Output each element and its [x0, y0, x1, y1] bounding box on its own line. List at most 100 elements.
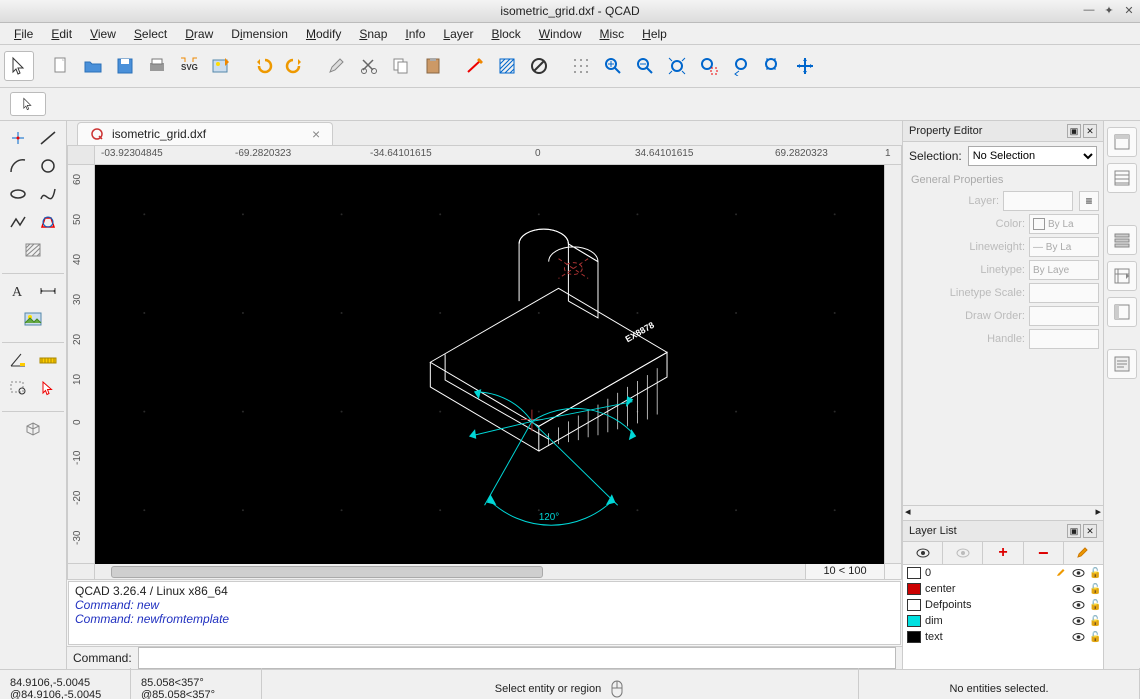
minimize-button[interactable]: — — [1082, 3, 1096, 17]
layer-row[interactable]: text🔓 — [903, 629, 1103, 645]
menu-file[interactable]: File — [6, 25, 41, 43]
zoom-previous-button[interactable] — [726, 51, 756, 81]
vertical-scrollbar[interactable] — [884, 165, 902, 564]
menu-help[interactable]: Help — [634, 25, 675, 43]
layer-show-all-button[interactable] — [903, 542, 943, 564]
lineweight-field[interactable]: — By La — [1029, 237, 1099, 257]
drawing-canvas[interactable]: EX8878 120° — [95, 165, 884, 564]
tool-select-area[interactable] — [4, 375, 32, 401]
linetype-field[interactable]: By Laye — [1029, 260, 1099, 280]
lock-icon[interactable]: 🔓 — [1089, 632, 1099, 643]
tool-ellipse[interactable] — [4, 181, 32, 207]
tool-polygon[interactable] — [34, 209, 62, 235]
tab-close-button[interactable]: × — [312, 126, 320, 142]
document-tab[interactable]: isometric_grid.dxf × — [77, 122, 333, 145]
linetype-scale-field[interactable] — [1029, 283, 1099, 303]
tool-select-pointer[interactable] — [34, 375, 62, 401]
layer-row[interactable]: 0🔓 — [903, 565, 1103, 581]
layer-hide-all-button[interactable] — [943, 542, 983, 564]
print-button[interactable] — [142, 51, 172, 81]
tool-line[interactable] — [34, 125, 62, 151]
menu-block[interactable]: Block — [483, 25, 528, 43]
eye-icon[interactable] — [1072, 616, 1085, 626]
layer-menu-icon[interactable]: ≡ — [1079, 191, 1099, 211]
horizontal-scrollbar[interactable] — [95, 564, 806, 580]
eye-icon[interactable] — [1072, 568, 1085, 578]
layer-row[interactable]: center🔓 — [903, 581, 1103, 597]
edit-button[interactable] — [322, 51, 352, 81]
zoom-window-button[interactable] — [758, 51, 788, 81]
dock-button-6[interactable] — [1107, 349, 1137, 379]
dock-button-5[interactable] — [1107, 297, 1137, 327]
menu-dimension[interactable]: Dimension — [223, 25, 296, 43]
tool-arc[interactable] — [4, 153, 32, 179]
zoom-selection-button[interactable] — [694, 51, 724, 81]
eye-icon[interactable] — [1072, 632, 1085, 642]
export-svg-button[interactable]: SVG — [174, 51, 204, 81]
menu-layer[interactable]: Layer — [435, 25, 481, 43]
zoom-extents-button[interactable] — [662, 51, 692, 81]
color-field[interactable]: By La — [1029, 214, 1099, 234]
no-hatch-button[interactable] — [524, 51, 554, 81]
lock-icon[interactable]: 🔓 — [1089, 616, 1099, 627]
dock-button-2[interactable] — [1107, 163, 1137, 193]
menu-info[interactable]: Info — [397, 25, 433, 43]
hatch-button[interactable] — [492, 51, 522, 81]
lock-icon[interactable]: 🔓 — [1089, 584, 1099, 595]
tool-measure-angle[interactable] — [4, 347, 32, 373]
cut-button[interactable] — [354, 51, 384, 81]
undo-button[interactable] — [248, 51, 278, 81]
paste-button[interactable] — [418, 51, 448, 81]
zoom-in-button[interactable] — [598, 51, 628, 81]
zoom-indicator[interactable]: 10 < 100 — [806, 564, 885, 580]
tool-isometric[interactable] — [19, 416, 47, 442]
pointer-tool-button[interactable] — [4, 51, 34, 81]
layer-field[interactable] — [1003, 191, 1073, 211]
layer-add-button[interactable]: + — [983, 542, 1023, 564]
layer-row[interactable]: Defpoints🔓 — [903, 597, 1103, 613]
eye-icon[interactable] — [1072, 584, 1085, 594]
close-window-button[interactable]: ✕ — [1122, 3, 1136, 17]
layer-row[interactable]: dim🔓 — [903, 613, 1103, 629]
open-file-button[interactable] — [78, 51, 108, 81]
save-button[interactable] — [110, 51, 140, 81]
menu-draw[interactable]: Draw — [177, 25, 221, 43]
grid-button[interactable] — [566, 51, 596, 81]
dock-button-1[interactable] — [1107, 127, 1137, 157]
command-input[interactable] — [138, 647, 896, 669]
panel-close-icon[interactable]: ✕ — [1083, 124, 1097, 138]
menu-view[interactable]: View — [82, 25, 124, 43]
export-image-button[interactable] — [206, 51, 236, 81]
draw-line-button[interactable] — [460, 51, 490, 81]
tool-spline[interactable] — [34, 181, 62, 207]
menu-select[interactable]: Select — [126, 25, 175, 43]
dock-button-3[interactable] — [1107, 225, 1137, 255]
tool-text[interactable]: A — [4, 278, 32, 304]
maximize-button[interactable]: ✦ — [1102, 3, 1116, 17]
menu-window[interactable]: Window — [531, 25, 590, 43]
lock-icon[interactable]: 🔓 — [1089, 568, 1099, 579]
lock-icon[interactable]: 🔓 — [1089, 600, 1099, 611]
redo-button[interactable] — [280, 51, 310, 81]
panel-dock-icon[interactable]: ▣ — [1067, 124, 1081, 138]
layer-edit-button[interactable] — [1064, 542, 1103, 564]
zoom-out-button[interactable] — [630, 51, 660, 81]
dock-button-4[interactable] — [1107, 261, 1137, 291]
tool-hatch[interactable] — [19, 237, 47, 263]
menu-modify[interactable]: Modify — [298, 25, 349, 43]
tool-measure-dist[interactable] — [34, 347, 62, 373]
tool-image[interactable] — [19, 306, 47, 332]
handle-field[interactable] — [1029, 329, 1099, 349]
tool-point[interactable] — [4, 125, 32, 151]
tool-polyline[interactable] — [4, 209, 32, 235]
draw-order-field[interactable] — [1029, 306, 1099, 326]
menu-snap[interactable]: Snap — [351, 25, 395, 43]
menu-misc[interactable]: Misc — [591, 25, 632, 43]
copy-button[interactable] — [386, 51, 416, 81]
tool-circle[interactable] — [34, 153, 62, 179]
menu-edit[interactable]: Edit — [43, 25, 80, 43]
pan-button[interactable] — [790, 51, 820, 81]
selection-dropdown[interactable]: No Selection — [968, 146, 1097, 166]
pointer-mode-button[interactable] — [10, 92, 46, 116]
layer-panel-close-icon[interactable]: ✕ — [1083, 524, 1097, 538]
